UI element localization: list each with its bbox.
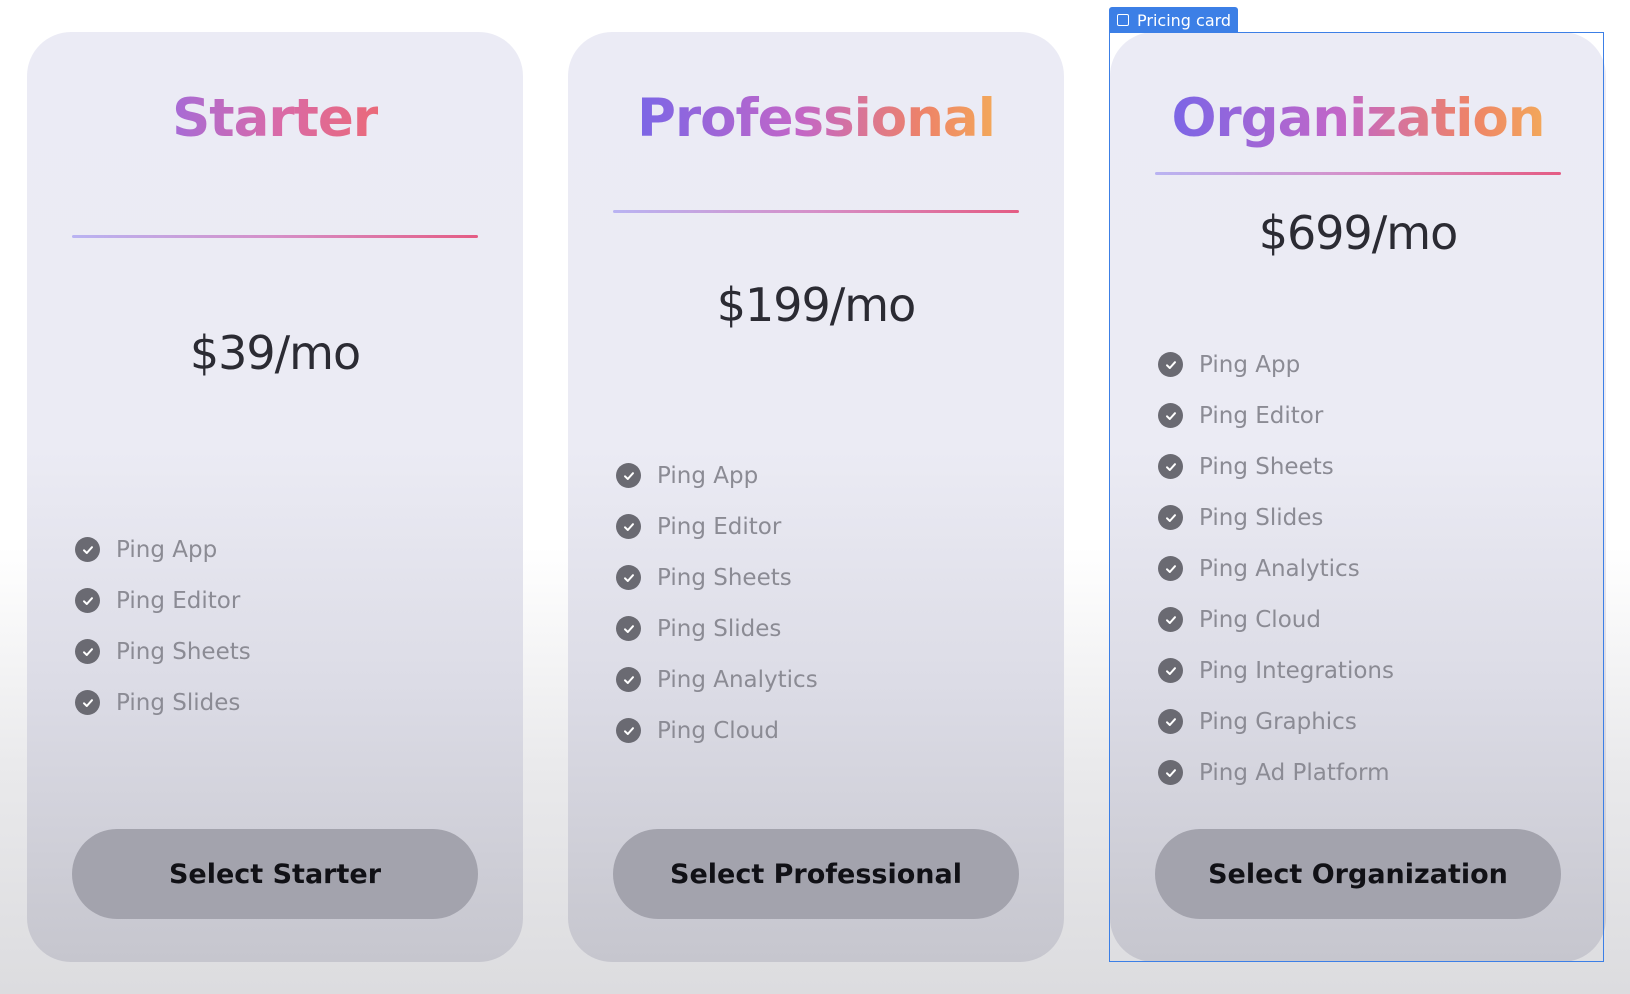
feature-list: Ping App Ping Editor Ping Sheets Ping Sl… (1158, 339, 1394, 798)
feature-label: Ping Slides (1199, 504, 1324, 531)
feature-label: Ping Cloud (657, 717, 779, 744)
feature-list: Ping App Ping Editor Ping Sheets Ping Sl… (616, 450, 818, 756)
check-circle-icon (75, 639, 100, 664)
check-circle-icon (1158, 403, 1183, 428)
feature-label: Ping App (1199, 351, 1301, 378)
check-circle-icon (616, 514, 641, 539)
feature-label: Ping App (657, 462, 759, 489)
feature-label: Ping Editor (1199, 402, 1324, 429)
plan-title: Starter (172, 88, 379, 149)
feature-item: Ping Cloud (1158, 594, 1394, 645)
feature-label: Ping Analytics (657, 666, 818, 693)
feature-item: Ping Editor (1158, 390, 1394, 441)
selection-tag[interactable]: Pricing card (1109, 7, 1239, 33)
check-circle-icon (616, 667, 641, 692)
check-circle-icon (1158, 709, 1183, 734)
feature-item: Ping Sheets (75, 626, 251, 677)
feature-item: Ping Sheets (616, 552, 818, 603)
pricing-card-starter: Starter $39/mo Ping App Ping Editor Ping… (27, 32, 523, 962)
check-circle-icon (1158, 454, 1183, 479)
plan-price: $199/mo (716, 278, 917, 332)
check-circle-icon (75, 690, 100, 715)
feature-item: Ping Graphics (1158, 696, 1394, 747)
check-circle-icon (1158, 658, 1183, 683)
check-circle-icon (1158, 607, 1183, 632)
feature-item: Ping App (616, 450, 818, 501)
feature-label: Ping Integrations (1199, 657, 1394, 684)
select-professional-button[interactable]: Select Professional (613, 829, 1019, 919)
feature-item: Ping App (1158, 339, 1394, 390)
plan-title: Professional (637, 88, 996, 149)
check-circle-icon (1158, 760, 1183, 785)
feature-label: Ping Sheets (657, 564, 792, 591)
feature-label: Ping Graphics (1199, 708, 1357, 735)
feature-label: Ping Sheets (1199, 453, 1334, 480)
feature-item: Ping Editor (75, 575, 251, 626)
feature-label: Ping Ad Platform (1199, 759, 1390, 786)
check-circle-icon (1158, 556, 1183, 581)
feature-label: Ping Cloud (1199, 606, 1321, 633)
title-divider (1155, 172, 1561, 175)
feature-label: Ping Slides (116, 689, 241, 716)
feature-item: Ping Analytics (1158, 543, 1394, 594)
check-circle-icon (616, 565, 641, 590)
select-organization-button[interactable]: Select Organization (1155, 829, 1561, 919)
feature-label: Ping Editor (657, 513, 782, 540)
feature-item: Ping Integrations (1158, 645, 1394, 696)
feature-item: Ping Cloud (616, 705, 818, 756)
feature-item: Ping Editor (616, 501, 818, 552)
feature-item: Ping Ad Platform (1158, 747, 1394, 798)
check-circle-icon (75, 537, 100, 562)
pricing-card-professional: Professional $199/mo Ping App Ping Edito… (568, 32, 1064, 962)
plan-title: Organization (1171, 88, 1545, 149)
feature-label: Ping Slides (657, 615, 782, 642)
check-circle-icon (75, 588, 100, 613)
feature-item: Ping Slides (75, 677, 251, 728)
check-circle-icon (1158, 352, 1183, 377)
feature-list: Ping App Ping Editor Ping Sheets Ping Sl… (75, 524, 251, 728)
feature-item: Ping Slides (1158, 492, 1394, 543)
feature-item: Ping Slides (616, 603, 818, 654)
feature-label: Ping App (116, 536, 218, 563)
check-circle-icon (616, 463, 641, 488)
check-circle-icon (616, 616, 641, 641)
title-divider (613, 210, 1019, 213)
feature-item: Ping Sheets (1158, 441, 1394, 492)
frame-icon (1117, 14, 1129, 26)
pricing-card-organization[interactable]: Organization $699/mo Ping App Ping Edito… (1110, 32, 1606, 962)
check-circle-icon (1158, 505, 1183, 530)
feature-label: Ping Sheets (116, 638, 251, 665)
feature-item: Ping Analytics (616, 654, 818, 705)
plan-price: $699/mo (1258, 206, 1459, 260)
title-divider (72, 235, 478, 238)
plan-price: $39/mo (189, 326, 361, 380)
selection-tag-label: Pricing card (1137, 10, 1232, 30)
feature-label: Ping Editor (116, 587, 241, 614)
check-circle-icon (616, 718, 641, 743)
feature-label: Ping Analytics (1199, 555, 1360, 582)
select-starter-button[interactable]: Select Starter (72, 829, 478, 919)
feature-item: Ping App (75, 524, 251, 575)
